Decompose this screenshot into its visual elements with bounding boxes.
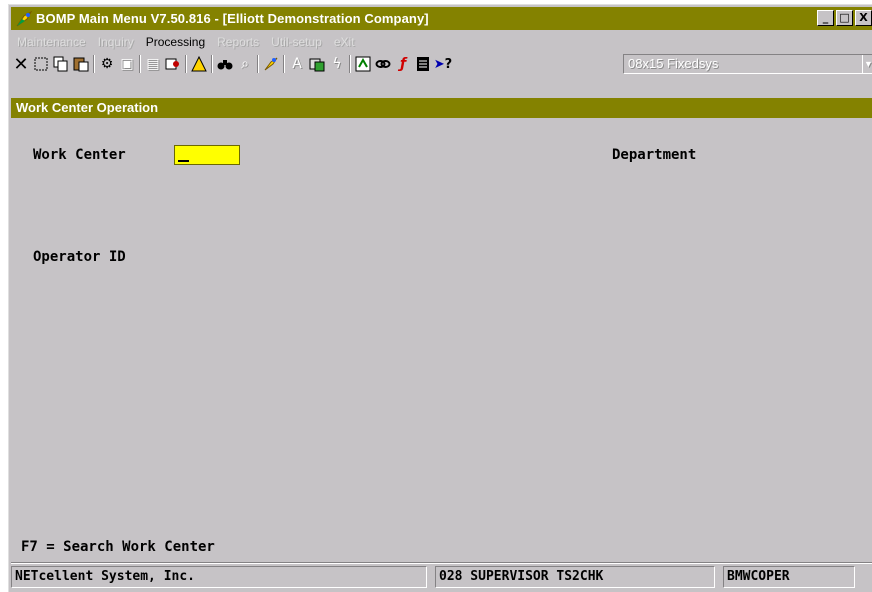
font-icon[interactable]: A [287,54,307,74]
gallery-glyph [309,58,325,72]
menu-inquiry[interactable]: Inquiry [98,35,134,49]
close-button[interactable]: X [855,10,872,26]
status-divider [11,562,872,564]
lightning-icon[interactable]: ϟ [327,54,347,74]
calculator-glyph [355,56,371,72]
globe-icon[interactable] [261,54,281,74]
menu-maintenance[interactable]: Maintenance [17,35,86,49]
help-pointer-icon[interactable]: ➤? [433,54,453,74]
copy-icon[interactable] [51,54,71,74]
toolbar-separator [139,55,141,73]
help-pointer-arrow: ➤ [433,56,445,72]
paste-icon[interactable] [71,54,91,74]
link-glyph [375,60,391,68]
status-session: 028 SUPERVISOR TS2CHK [435,566,715,588]
menu-reports[interactable]: Reports [217,35,259,49]
close-x-icon[interactable]: ✕ [11,54,31,75]
minimize-button[interactable]: _ [817,10,834,26]
work-center-label: Work Center [33,147,126,163]
calculator-icon[interactable] [353,54,373,74]
function-icon[interactable]: ƒ [393,54,413,74]
toolbar-separator [185,55,187,73]
toolbar-separator [349,55,351,73]
window-controls: _ □ X [817,10,872,26]
notepad-glyph [417,57,429,71]
globe-glyph [264,57,278,71]
window-title: BOMP Main Menu V7.50.816 - [Elliott Demo… [36,11,429,26]
toolbar: ✕ ⚙ ▣ ▤ ⌕ A ϟ ƒ ➤ ? 08x15 Fixedsys ▼ [11,52,872,76]
app-logo-icon [16,10,33,26]
paste-glyph [73,57,89,72]
work-center-input[interactable] [174,145,240,165]
toolbar-separator [211,55,213,73]
zoom-icon[interactable]: ⌕ [235,54,255,74]
select-rect-icon[interactable] [31,54,51,74]
toolbar-separator [283,55,285,73]
chevron-down-icon[interactable]: ▼ [862,55,872,73]
copy-glyph [53,56,68,72]
toolbar-separator [93,55,95,73]
font-select[interactable]: 08x15 Fixedsys ▼ [623,54,872,74]
department-label: Department [612,147,697,163]
menu-exit[interactable]: eXit [334,35,355,49]
text-cursor [178,160,189,162]
settings-gear-icon[interactable]: ⚙ [97,54,117,74]
link-icon[interactable] [373,54,393,74]
warning-glyph [191,56,207,72]
list-icon[interactable]: ▤ [143,54,163,74]
application-window: BOMP Main Menu V7.50.816 - [Elliott Demo… [8,4,872,592]
binoculars-icon[interactable] [215,54,235,74]
binoculars-glyph [217,60,233,70]
menu-processing[interactable]: Processing [146,35,205,49]
font-select-value: 08x15 Fixedsys [628,56,719,71]
status-program: BMWCOPER [723,566,855,588]
menu-bar: Maintenance Inquiry Processing Reports U… [11,32,872,52]
title-bar[interactable]: BOMP Main Menu V7.50.816 - [Elliott Demo… [11,7,872,30]
properties-icon[interactable]: ▣ [117,54,137,74]
operator-id-label: Operator ID [33,249,126,265]
function-key-hint: F7 = Search Work Center [21,539,215,555]
select-rect-glyph [34,57,48,71]
gallery-icon[interactable] [307,54,327,74]
menu-util-setup[interactable]: Util-setup [271,35,322,49]
toolbar-separator [257,55,259,73]
find-person-glyph [165,58,179,70]
screen-title: Work Center Operation [11,98,872,118]
status-company: NETcellent System, Inc. [11,566,427,588]
maximize-button[interactable]: □ [836,10,853,26]
find-person-icon[interactable] [163,54,183,74]
notepad-icon[interactable] [413,54,433,74]
warning-icon[interactable] [189,54,209,74]
